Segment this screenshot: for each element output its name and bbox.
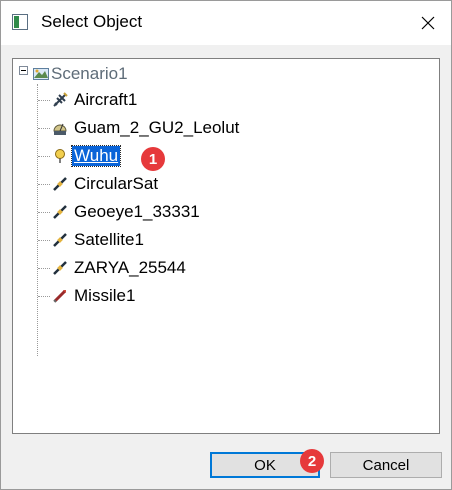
- tree-item-label: Missile1: [74, 286, 136, 305]
- cancel-button[interactable]: Cancel: [330, 452, 442, 478]
- annotation-badge-1: 1: [141, 147, 165, 171]
- tree-item-label: Aircraft1: [74, 90, 138, 109]
- app-window-icon: [12, 14, 28, 30]
- tree-item-geoeye1-33331[interactable]: Geoeye1_33331: [38, 201, 202, 223]
- tree-item-missile1[interactable]: Missile1: [38, 285, 137, 307]
- tree-item-label: Guam_2_GU2_Leolut: [74, 118, 240, 137]
- tree-item-label: Geoeye1_33331: [74, 202, 200, 221]
- satellite-icon: [53, 261, 67, 275]
- tree-item-circularsat[interactable]: CircularSat: [38, 173, 160, 195]
- tree-item-zarya-25544[interactable]: ZARYA_25544: [38, 257, 188, 279]
- tree-item-aircraft1[interactable]: Aircraft1: [38, 89, 139, 111]
- satellite-icon: [53, 205, 67, 219]
- tree-root-scenario1[interactable]: Scenario1: [33, 64, 128, 84]
- select-object-dialog: Select Object Scenario1 Aircraft1 Guam_2…: [0, 0, 452, 490]
- collapse-toggle[interactable]: [19, 66, 28, 75]
- tree-item-label: CircularSat: [74, 174, 159, 193]
- place-pin-icon: [55, 149, 65, 163]
- tree-root-label: Scenario1: [51, 64, 128, 83]
- close-icon: [421, 16, 435, 30]
- tree-item-label: Satellite1: [74, 230, 144, 249]
- close-button[interactable]: [405, 1, 451, 45]
- tree-item-guam-2-gu2-leolut[interactable]: Guam_2_GU2_Leolut: [38, 117, 241, 139]
- title-bar: Select Object: [1, 1, 451, 45]
- object-tree[interactable]: Scenario1 Aircraft1 Guam_2_GU2_Leolut Wu…: [12, 58, 440, 434]
- ground-station-icon: [53, 123, 67, 135]
- tree-item-label: Wuhu: [70, 145, 122, 167]
- satellite-icon: [53, 233, 67, 247]
- aircraft-icon: [53, 92, 68, 107]
- satellite-icon: [53, 177, 67, 191]
- tree-item-satellite1[interactable]: Satellite1: [38, 229, 146, 251]
- annotation-badge-2: 2: [300, 449, 324, 473]
- tree-item-label: ZARYA_25544: [74, 258, 186, 277]
- dialog-title: Select Object: [41, 12, 143, 31]
- missile-icon: [53, 289, 67, 303]
- scenario-icon: [33, 68, 49, 80]
- tree-item-wuhu[interactable]: Wuhu: [38, 145, 122, 167]
